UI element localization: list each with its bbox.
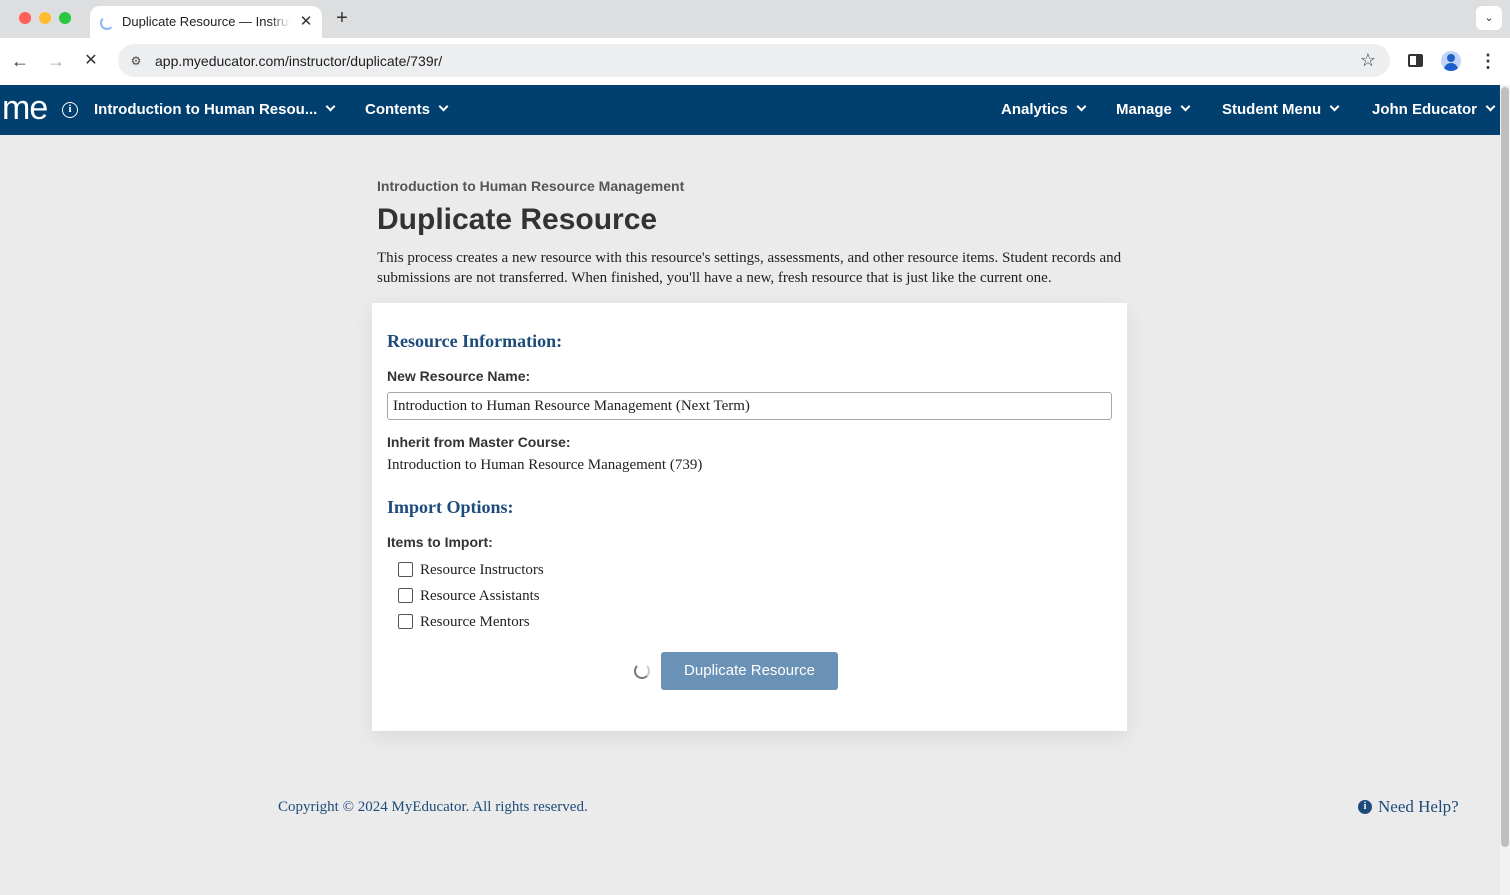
loading-spinner-icon [634, 663, 650, 679]
tab-search-dropdown-button[interactable]: ⌄ [1476, 6, 1502, 30]
user-menu[interactable]: John Educator [1372, 100, 1496, 120]
tab-close-icon[interactable]: ✕ [296, 12, 316, 32]
student-menu-label: Student Menu [1222, 101, 1322, 118]
instructors-checkbox-label[interactable]: Resource Instructors [420, 560, 544, 580]
new-resource-name-label: New Resource Name: [387, 368, 531, 384]
duplicate-form-card: Resource Information: New Resource Name:… [372, 303, 1127, 731]
stop-loading-icon[interactable]: ✕ [80, 50, 102, 72]
scrollbar-thumb[interactable] [1501, 87, 1509, 847]
chevron-down-icon [325, 101, 336, 112]
info-icon[interactable]: i [62, 102, 78, 118]
copyright-text: Copyright © 2024 MyEducator. All rights … [278, 799, 588, 815]
import-options-heading: Import Options: [387, 497, 514, 517]
loading-spinner-icon [100, 16, 114, 30]
manage-menu[interactable]: Manage [1116, 100, 1191, 120]
new-tab-button[interactable]: + [331, 7, 353, 29]
chevron-down-icon [1180, 101, 1191, 112]
need-help-label[interactable]: Need Help? [1378, 797, 1459, 817]
maximize-window-button[interactable] [59, 12, 71, 24]
bookmark-star-icon[interactable]: ☆ [1360, 50, 1376, 70]
manage-menu-label: Manage [1116, 101, 1172, 118]
forward-arrow-icon[interactable]: → [45, 50, 67, 72]
contents-menu-label: Contents [365, 101, 430, 118]
analytics-menu[interactable]: Analytics [1001, 100, 1087, 120]
resource-information-heading: Resource Information: [387, 331, 563, 351]
side-panel-icon[interactable] [1404, 50, 1426, 72]
assistants-checkbox-label[interactable]: Resource Assistants [420, 586, 540, 606]
browser-tab[interactable]: Duplicate Resource — Instructor ✕ [90, 6, 322, 38]
user-menu-label: John Educator [1372, 101, 1478, 118]
chevron-down-icon [1485, 101, 1496, 112]
close-window-button[interactable] [19, 12, 31, 24]
inherit-master-course-label: Inherit from Master Course: [387, 434, 571, 450]
chevron-down-icon [1329, 101, 1340, 112]
chevron-down-icon [1076, 101, 1087, 112]
breadcrumb: Introduction to Human Resource Managemen… [377, 178, 685, 194]
items-to-import-label: Items to Import: [387, 534, 493, 550]
chevron-down-icon [438, 101, 449, 112]
inherit-master-course-value: Introduction to Human Resource Managemen… [387, 457, 703, 473]
mentors-checkbox[interactable] [398, 614, 413, 629]
page-description: This process creates a new resource with… [377, 250, 1122, 286]
app-navbar: me i Introduction to Human Resou... Cont… [0, 85, 1500, 135]
instructors-checkbox[interactable] [398, 562, 413, 577]
back-arrow-icon[interactable]: ← [9, 50, 31, 72]
analytics-menu-label: Analytics [1001, 101, 1068, 118]
course-menu[interactable]: Introduction to Human Resou... [94, 100, 336, 120]
info-circle-icon: i [1358, 800, 1372, 814]
site-settings-icon[interactable]: ⚙ [127, 52, 145, 70]
new-resource-name-input[interactable] [387, 392, 1112, 420]
profile-icon[interactable] [1440, 50, 1462, 72]
mentors-checkbox-label[interactable]: Resource Mentors [420, 612, 530, 632]
browser-tab-strip: Duplicate Resource — Instructor ✕ + ⌄ [0, 0, 1510, 38]
minimize-window-button[interactable] [39, 12, 51, 24]
page-title: Duplicate Resource [377, 203, 658, 236]
duplicate-resource-button[interactable]: Duplicate Resource [661, 652, 838, 690]
course-menu-label: Introduction to Human Resou... [94, 101, 318, 118]
kebab-menu-icon[interactable]: ⋮ [1477, 50, 1499, 72]
address-bar[interactable]: ⚙ app.myeducator.com/instructor/duplicat… [118, 44, 1390, 77]
tab-title: Duplicate Resource — Instructor [122, 12, 290, 32]
myeducator-logo[interactable]: me [2, 90, 48, 126]
student-menu[interactable]: Student Menu [1222, 100, 1340, 120]
assistants-checkbox[interactable] [398, 588, 413, 603]
browser-toolbar: ← → ✕ ⚙ app.myeducator.com/instructor/du… [0, 38, 1510, 85]
url-text[interactable]: app.myeducator.com/instructor/duplicate/… [155, 51, 442, 71]
contents-menu[interactable]: Contents [365, 100, 449, 120]
